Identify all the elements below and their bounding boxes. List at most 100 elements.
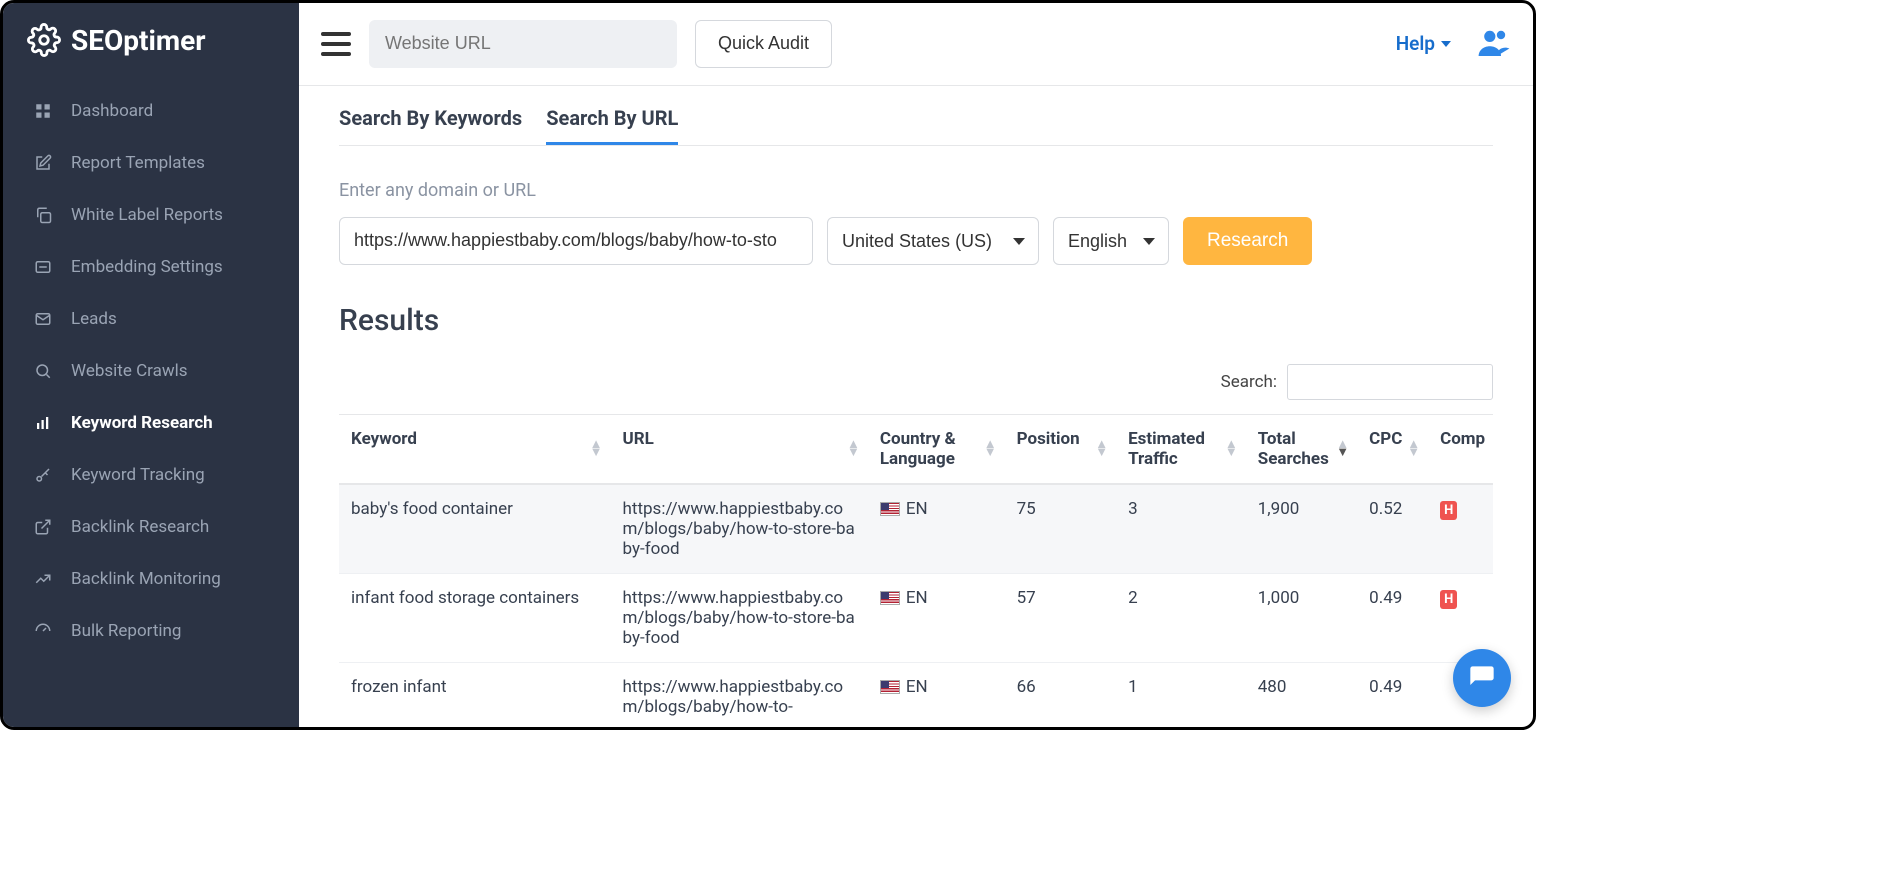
topbar: Quick Audit Help bbox=[299, 3, 1533, 86]
tab-search-url[interactable]: Search By URL bbox=[546, 106, 678, 145]
sidebar-item-crawls[interactable]: Website Crawls bbox=[3, 345, 299, 397]
sidebar-item-report-templates[interactable]: Report Templates bbox=[3, 137, 299, 189]
sidebar-item-label: Bulk Reporting bbox=[71, 621, 181, 641]
chart-icon bbox=[33, 413, 53, 433]
sidebar-item-label: Backlink Research bbox=[71, 517, 209, 537]
search-tabs: Search By Keywords Search By URL bbox=[339, 106, 1493, 146]
sort-icon: ▲▼ bbox=[1095, 441, 1108, 457]
chat-widget-button[interactable] bbox=[1453, 649, 1511, 707]
col-country[interactable]: Country & Language▲▼ bbox=[868, 415, 1005, 484]
key-icon bbox=[33, 465, 53, 485]
menu-toggle-icon[interactable] bbox=[321, 32, 351, 56]
col-searches[interactable]: Total Searches▲▼ bbox=[1246, 415, 1357, 484]
main-content: Quick Audit Help Search By Keywords Sear… bbox=[299, 3, 1533, 727]
cell-searches: 1,000 bbox=[1246, 573, 1357, 662]
sidebar-item-embedding[interactable]: Embedding Settings bbox=[3, 241, 299, 293]
sort-icon: ▲▼ bbox=[847, 441, 860, 457]
us-flag-icon bbox=[880, 591, 900, 605]
sidebar-item-label: Report Templates bbox=[71, 153, 205, 173]
sidebar-item-label: Keyword Tracking bbox=[71, 465, 205, 485]
website-url-input[interactable] bbox=[369, 20, 677, 68]
grid-icon bbox=[33, 101, 53, 121]
sidebar-item-keyword-research[interactable]: Keyword Research bbox=[3, 397, 299, 449]
copy-icon bbox=[33, 205, 53, 225]
sort-icon: ▲▼ bbox=[984, 441, 997, 457]
cell-lang: EN bbox=[868, 573, 1005, 662]
cell-searches: 1,900 bbox=[1246, 484, 1357, 574]
edit-icon bbox=[33, 153, 53, 173]
cell-searches: 480 bbox=[1246, 662, 1357, 727]
chevron-down-icon bbox=[1441, 41, 1451, 47]
col-url[interactable]: URL▲▼ bbox=[611, 415, 868, 484]
us-flag-icon bbox=[880, 680, 900, 694]
competition-badge: H bbox=[1440, 590, 1457, 609]
cell-lang: EN bbox=[868, 484, 1005, 574]
sidebar-item-backlink-monitoring[interactable]: Backlink Monitoring bbox=[3, 553, 299, 605]
col-traffic[interactable]: Estimated Traffic▲▼ bbox=[1116, 415, 1246, 484]
cell-cpc: 0.49 bbox=[1357, 573, 1428, 662]
sidebar-item-label: Website Crawls bbox=[71, 361, 188, 381]
sidebar-item-bulk-reporting[interactable]: Bulk Reporting bbox=[3, 605, 299, 657]
cell-traffic: 2 bbox=[1116, 573, 1246, 662]
col-keyword[interactable]: Keyword▲▼ bbox=[339, 415, 611, 484]
cell-cpc: 0.52 bbox=[1357, 484, 1428, 574]
cell-position: 57 bbox=[1005, 573, 1116, 662]
brand-logo: SEOptimer bbox=[3, 3, 299, 85]
cell-traffic: 3 bbox=[1116, 484, 1246, 574]
sidebar-item-white-label[interactable]: White Label Reports bbox=[3, 189, 299, 241]
cell-lang: EN bbox=[868, 662, 1005, 727]
cell-position: 75 bbox=[1005, 484, 1116, 574]
external-link-icon bbox=[33, 517, 53, 537]
sidebar-item-backlink-research[interactable]: Backlink Research bbox=[3, 501, 299, 553]
help-label: Help bbox=[1396, 32, 1435, 55]
sidebar-item-label: Embedding Settings bbox=[71, 257, 223, 277]
research-button[interactable]: Research bbox=[1183, 217, 1312, 265]
cell-position: 66 bbox=[1005, 662, 1116, 727]
sort-icon: ▲▼ bbox=[1407, 441, 1420, 457]
search-form: United States (US) English Research bbox=[339, 217, 1493, 265]
sidebar-item-dashboard[interactable]: Dashboard bbox=[3, 85, 299, 137]
gear-icon bbox=[27, 23, 61, 57]
country-select[interactable]: United States (US) bbox=[827, 217, 1039, 265]
tab-search-keywords[interactable]: Search By Keywords bbox=[339, 106, 522, 145]
domain-input[interactable] bbox=[339, 217, 813, 265]
chat-icon bbox=[1468, 664, 1496, 692]
cell-cpc: 0.49 bbox=[1357, 662, 1428, 727]
sidebar-item-leads[interactable]: Leads bbox=[3, 293, 299, 345]
cell-url: https://www.happiestbaby.com/blogs/baby/… bbox=[611, 662, 868, 727]
col-comp[interactable]: Comp bbox=[1428, 415, 1493, 484]
mail-icon bbox=[33, 309, 53, 329]
table-row: frozen infant https://www.happiestbaby.c… bbox=[339, 662, 1493, 727]
sort-icon: ▲▼ bbox=[1225, 441, 1238, 457]
cell-url: https://www.happiestbaby.com/blogs/baby/… bbox=[611, 573, 868, 662]
quick-audit-button[interactable]: Quick Audit bbox=[695, 20, 832, 68]
cell-url: https://www.happiestbaby.com/blogs/baby/… bbox=[611, 484, 868, 574]
cell-traffic: 1 bbox=[1116, 662, 1246, 727]
sidebar-item-label: White Label Reports bbox=[71, 205, 223, 225]
help-dropdown[interactable]: Help bbox=[1396, 32, 1451, 55]
nav-list: Dashboard Report Templates White Label R… bbox=[3, 85, 299, 657]
trend-icon bbox=[33, 569, 53, 589]
table-search-input[interactable] bbox=[1287, 364, 1493, 400]
col-position[interactable]: Position▲▼ bbox=[1005, 415, 1116, 484]
us-flag-icon bbox=[880, 502, 900, 516]
cell-keyword: infant food storage containers bbox=[339, 573, 611, 662]
language-select[interactable]: English bbox=[1053, 217, 1169, 265]
sidebar-item-keyword-tracking[interactable]: Keyword Tracking bbox=[3, 449, 299, 501]
sidebar-item-label: Backlink Monitoring bbox=[71, 569, 221, 589]
cell-keyword: baby's food container bbox=[339, 484, 611, 574]
col-cpc[interactable]: CPC▲▼ bbox=[1357, 415, 1428, 484]
sort-icon: ▲▼ bbox=[1336, 441, 1349, 457]
search-icon bbox=[33, 361, 53, 381]
sidebar-item-label: Dashboard bbox=[71, 101, 153, 121]
sidebar-item-label: Leads bbox=[71, 309, 117, 329]
account-icon[interactable] bbox=[1477, 28, 1511, 60]
embed-icon bbox=[33, 257, 53, 277]
cell-comp: H bbox=[1428, 484, 1493, 574]
sort-icon: ▲▼ bbox=[590, 441, 603, 457]
sidebar-item-label: Keyword Research bbox=[71, 413, 213, 433]
cell-keyword: frozen infant bbox=[339, 662, 611, 727]
results-heading: Results bbox=[339, 303, 1493, 338]
brand-text: SEOptimer bbox=[71, 24, 206, 57]
competition-badge: H bbox=[1440, 501, 1457, 520]
